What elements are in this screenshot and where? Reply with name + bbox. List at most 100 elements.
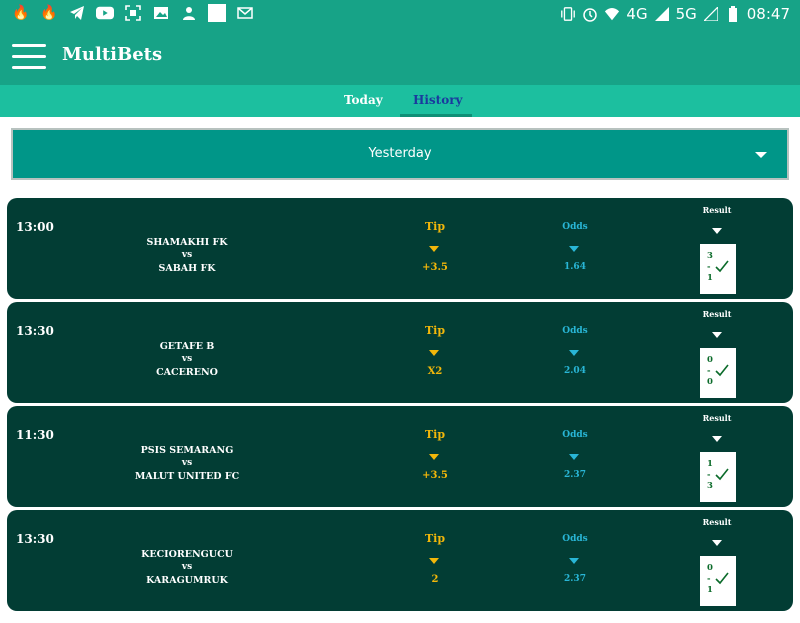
result-box: 0 - 0 xyxy=(700,348,736,398)
match-card[interactable]: 13:00 SHAMAKHI FK vs SABAH FK Tip +3.5 O… xyxy=(7,198,793,299)
vs-label: vs xyxy=(181,250,193,260)
odds-header: Odds xyxy=(562,326,588,336)
match-card[interactable]: 13:30 KECIORENGUCU vs KARAGUMRUK Tip 2 O… xyxy=(7,510,793,611)
match-teams: KECIORENGUCU vs KARAGUMRUK xyxy=(107,548,267,587)
youtube-icon xyxy=(96,4,114,22)
home-team: GETAFE B xyxy=(159,341,215,352)
away-team: SABAH FK xyxy=(158,263,216,274)
odds-header: Odds xyxy=(562,430,588,440)
away-score: 3 xyxy=(707,481,713,491)
match-time: 11:30 xyxy=(16,428,54,442)
odds-value: 1.64 xyxy=(564,262,586,272)
home-score: 3 xyxy=(707,251,713,261)
tip-header: Tip xyxy=(424,220,446,233)
home-team: SHAMAKHI FK xyxy=(146,237,228,248)
home-score: 0 xyxy=(707,563,713,573)
tab-today[interactable]: Today xyxy=(344,93,383,107)
checkmark-icon xyxy=(715,572,729,585)
flame-icon: 🔥 xyxy=(40,5,58,21)
vs-label: vs xyxy=(181,354,193,364)
active-tab-indicator xyxy=(400,114,472,117)
odds-value: 2.37 xyxy=(564,470,586,480)
chevron-down-icon[interactable] xyxy=(712,228,722,234)
score-separator: - xyxy=(707,470,711,480)
match-card[interactable]: 11:30 PSIS SEMARANG vs MALUT UNITED FC T… xyxy=(7,406,793,507)
chevron-down-icon xyxy=(755,152,767,158)
chevron-down-icon[interactable] xyxy=(712,436,722,442)
clock: 08:47 xyxy=(746,5,790,23)
blank-square-icon xyxy=(208,4,226,22)
vibrate-icon xyxy=(560,6,576,22)
match-time: 13:30 xyxy=(16,324,54,338)
tab-history[interactable]: History xyxy=(413,93,463,107)
chevron-down-icon[interactable] xyxy=(712,332,722,338)
match-time: 13:30 xyxy=(16,532,54,546)
result-header: Result xyxy=(702,517,732,527)
vs-label: vs xyxy=(181,562,193,572)
signal-icon xyxy=(703,6,719,22)
result-header: Result xyxy=(702,309,732,319)
match-teams: PSIS SEMARANG vs MALUT UNITED FC xyxy=(107,444,267,483)
score-separator: - xyxy=(707,262,711,272)
chevron-down-icon[interactable] xyxy=(569,350,579,356)
network-4g-label: 4G xyxy=(626,5,648,23)
tip-value: X2 xyxy=(427,366,443,377)
result-box: 0 - 1 xyxy=(700,556,736,606)
mail-icon xyxy=(236,4,254,22)
chevron-down-icon[interactable] xyxy=(429,246,439,252)
tip-value: +3.5 xyxy=(422,262,448,273)
away-score: 0 xyxy=(707,377,713,387)
away-team: KARAGUMRUK xyxy=(146,575,228,586)
date-filter-dropdown[interactable]: Yesterday xyxy=(11,128,789,180)
image-icon xyxy=(152,4,170,22)
away-score: 1 xyxy=(707,273,713,283)
system-status: 4G 5G 08:47 xyxy=(560,5,790,23)
checkmark-icon xyxy=(715,364,729,377)
match-teams: GETAFE B vs CACERENO xyxy=(107,340,267,379)
scan-icon xyxy=(124,4,142,22)
result-header: Result xyxy=(702,205,732,215)
notification-icons: 🔥 🔥 xyxy=(12,4,254,22)
chevron-down-icon[interactable] xyxy=(429,454,439,460)
home-score: 0 xyxy=(707,355,713,365)
app-title: MultiBets xyxy=(62,44,163,65)
away-team: MALUT UNITED FC xyxy=(134,471,240,482)
chevron-down-icon[interactable] xyxy=(569,246,579,252)
odds-header: Odds xyxy=(562,222,588,232)
vs-label: vs xyxy=(181,458,193,468)
home-team: PSIS SEMARANG xyxy=(140,445,234,456)
tip-header: Tip xyxy=(424,532,446,545)
match-teams: SHAMAKHI FK vs SABAH FK xyxy=(107,236,267,275)
checkmark-icon xyxy=(715,468,729,481)
tip-value: 2 xyxy=(431,574,439,585)
tip-value: +3.5 xyxy=(422,470,448,481)
away-team: CACERENO xyxy=(156,367,218,378)
odds-value: 2.04 xyxy=(564,366,586,376)
chevron-down-icon[interactable] xyxy=(712,540,722,546)
date-filter-value: Yesterday xyxy=(368,146,432,161)
battery-icon xyxy=(725,6,741,22)
result-header: Result xyxy=(702,413,732,423)
tab-bar: Today History xyxy=(0,85,800,117)
odds-header: Odds xyxy=(562,534,588,544)
app-bar: MultiBets xyxy=(0,30,800,85)
result-box: 3 - 1 xyxy=(700,244,736,294)
home-score: 1 xyxy=(707,459,713,469)
flame-icon: 🔥 xyxy=(12,5,30,21)
chevron-down-icon[interactable] xyxy=(429,558,439,564)
away-score: 1 xyxy=(707,585,713,595)
result-box: 1 - 3 xyxy=(700,452,736,502)
score-separator: - xyxy=(707,366,711,376)
match-card[interactable]: 13:30 GETAFE B vs CACERENO Tip X2 Odds 2… xyxy=(7,302,793,403)
status-bar: 🔥 🔥 4G 5G 08:47 xyxy=(0,0,800,30)
network-5g-label: 5G xyxy=(675,5,697,23)
checkmark-icon xyxy=(715,260,729,273)
telegram-icon xyxy=(68,4,86,22)
chevron-down-icon[interactable] xyxy=(429,350,439,356)
chevron-down-icon[interactable] xyxy=(569,558,579,564)
chevron-down-icon[interactable] xyxy=(569,454,579,460)
match-time: 13:00 xyxy=(16,220,54,234)
home-team: KECIORENGUCU xyxy=(141,549,233,560)
score-separator: - xyxy=(707,574,711,584)
menu-icon[interactable] xyxy=(12,44,46,70)
